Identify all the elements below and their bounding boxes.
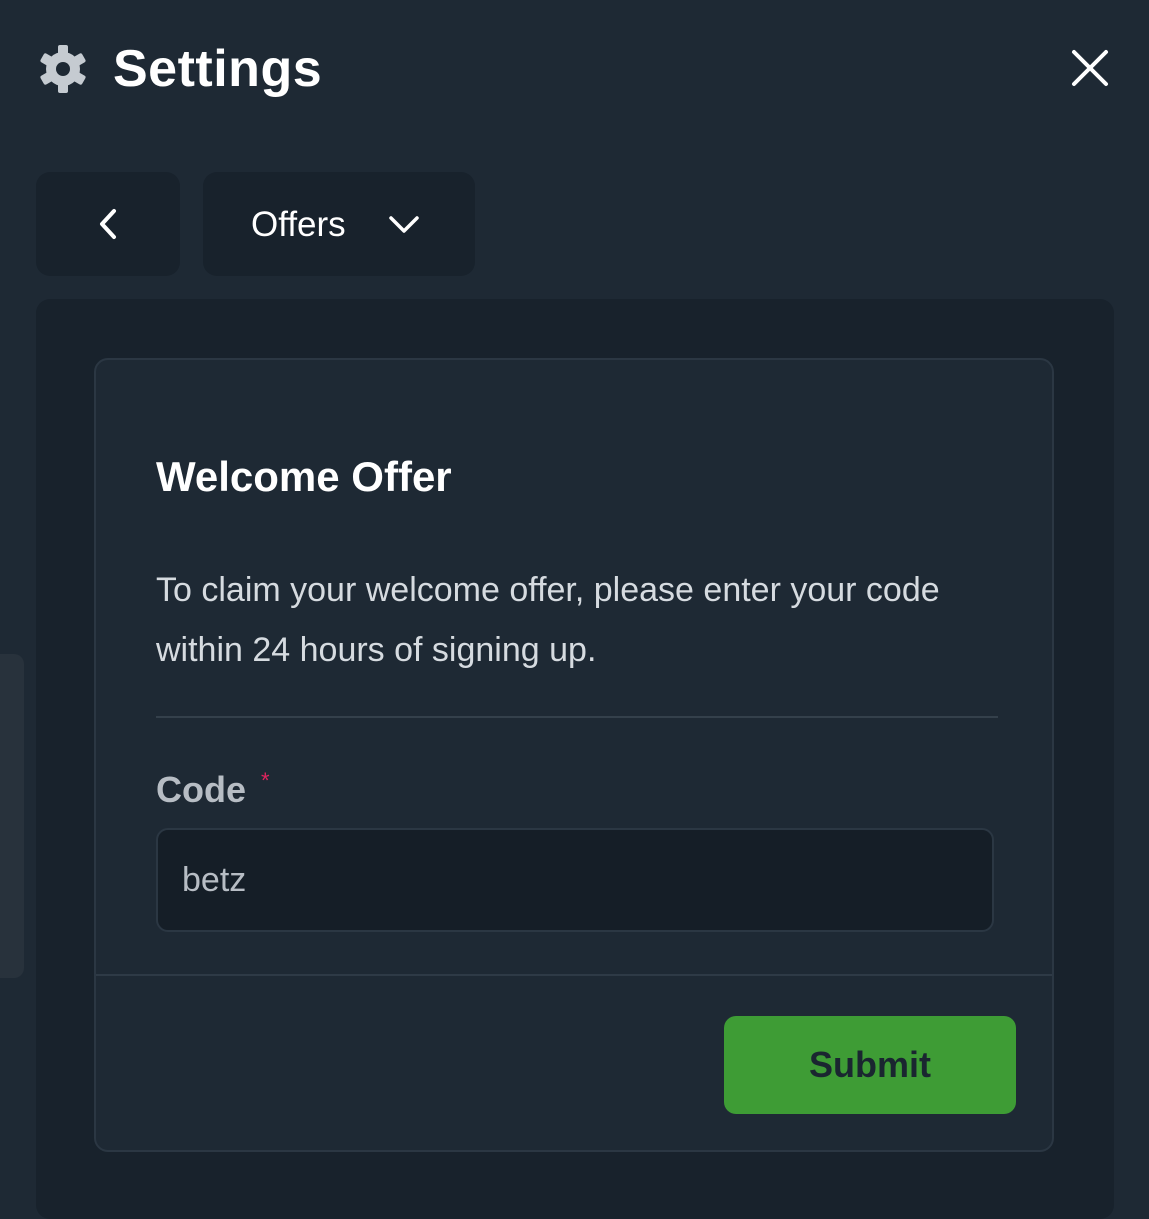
submit-button[interactable]: Submit bbox=[724, 1016, 1016, 1114]
divider bbox=[156, 716, 998, 718]
footer-divider bbox=[96, 974, 1052, 976]
card-title: Welcome Offer bbox=[156, 453, 452, 500]
section-dropdown[interactable]: Offers bbox=[203, 172, 475, 276]
chevron-down-icon bbox=[389, 216, 419, 233]
code-label: Code bbox=[156, 769, 246, 810]
code-input[interactable] bbox=[156, 828, 994, 932]
side-scroll-handle[interactable] bbox=[0, 654, 24, 978]
card-description: To claim your welcome offer, please ente… bbox=[156, 571, 940, 669]
required-indicator: * bbox=[261, 768, 270, 793]
close-icon[interactable] bbox=[1066, 44, 1114, 92]
section-dropdown-label: Offers bbox=[251, 205, 346, 244]
gear-icon bbox=[40, 45, 86, 93]
back-button[interactable] bbox=[36, 172, 180, 276]
welcome-offer-card: Welcome Offer To claim your welcome offe… bbox=[94, 358, 1054, 1152]
chevron-left-icon bbox=[100, 209, 116, 239]
settings-header: Settings bbox=[0, 0, 1149, 140]
page-title: Settings bbox=[113, 40, 323, 98]
